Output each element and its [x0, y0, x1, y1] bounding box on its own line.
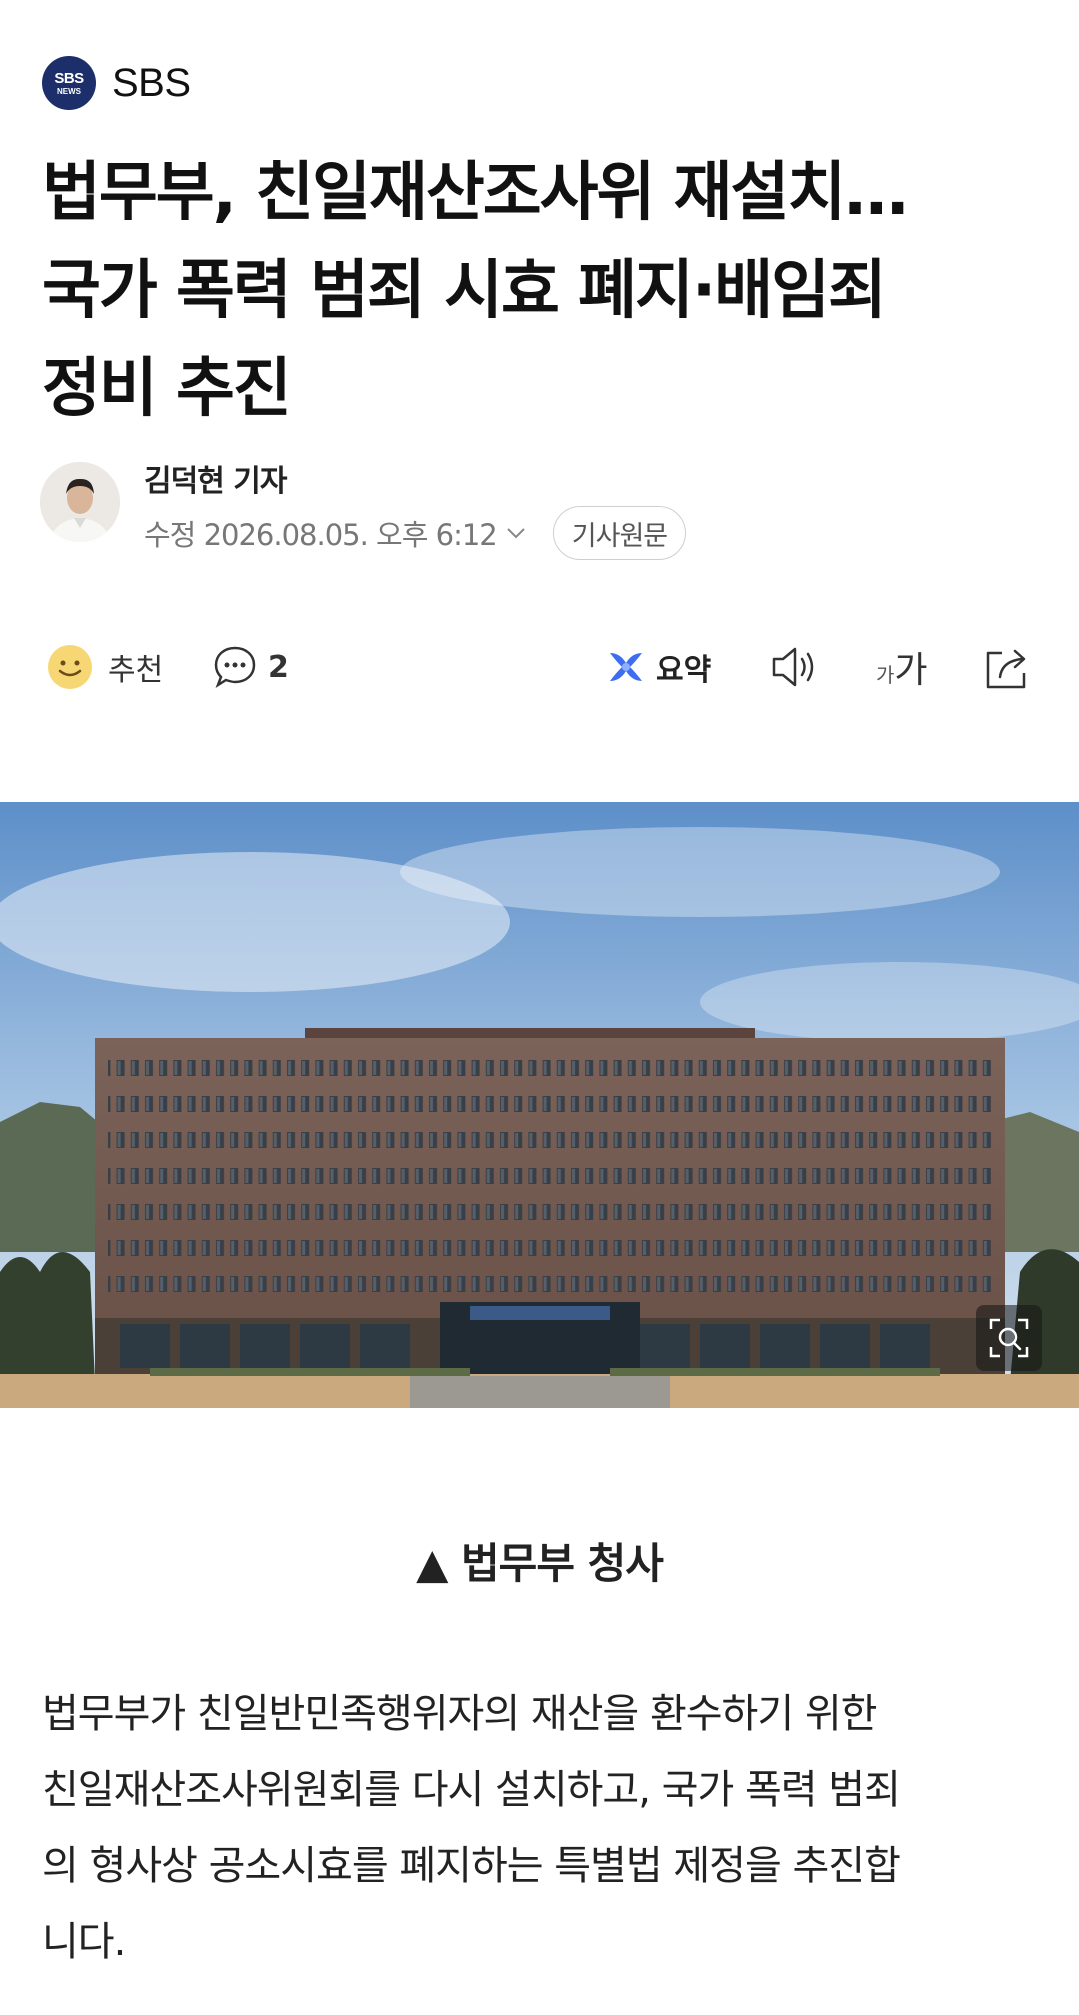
chevron-down-icon[interactable] — [505, 522, 527, 544]
font-size-button[interactable]: 가 가 — [876, 640, 928, 694]
article-headline: 법무부, 친일재산조사위 재설치… 국가 폭력 범죄 시효 폐지·배임죄 정비 … — [42, 144, 1032, 438]
headline-line: 국가 폭력 범죄 시효 폐지·배임죄 — [42, 254, 887, 328]
summary-label: 요약 — [656, 653, 712, 688]
press-logo-text: SBS — [54, 69, 84, 87]
font-size-icon: 가 가 — [876, 641, 928, 693]
comment-icon — [214, 646, 256, 689]
comment-count: 2 — [268, 649, 289, 685]
speaker-icon — [772, 647, 814, 687]
reporter-avatar[interactable] — [40, 462, 120, 542]
reporter-name[interactable]: 김덕현 기자 — [144, 456, 287, 500]
original-article-button[interactable]: 기사원문 — [552, 506, 687, 560]
recommend-button[interactable]: 추천 — [46, 640, 163, 694]
headline-line: 정비 추진 — [42, 352, 292, 426]
recommend-label: 추천 — [108, 653, 164, 688]
press-logo[interactable]: SBS NEWS — [42, 56, 96, 110]
photo-caption: ▲ 법무부 청사 — [416, 1539, 664, 1588]
body-line: 니다. — [42, 1919, 126, 1965]
press-logo-subtext: NEWS — [57, 86, 81, 96]
smile-emoji-icon — [48, 645, 92, 689]
font-size-large: 가 — [894, 650, 928, 691]
article-body: 법무부가 친일반민족행위자의 재산을 환수하기 위한 친일재산조사위원회를 다시… — [42, 1676, 1042, 1980]
listen-button[interactable] — [770, 640, 822, 694]
article-meta: 수정 2026.08.05. 오후 6:12 기사원문 — [144, 506, 687, 560]
article-toolbar: 추천 2 요약 가 가 — [0, 640, 1079, 694]
press-name[interactable]: SBS — [112, 61, 191, 106]
zoom-icon — [989, 1318, 1029, 1358]
body-line: 친일재산조사위원회를 다시 설치하고, 국가 폭력 범죄 — [42, 1767, 901, 1813]
original-article-label: 기사원문 — [571, 520, 668, 552]
share-button[interactable] — [982, 640, 1034, 694]
article-photo[interactable] — [0, 802, 1079, 1408]
summary-button[interactable]: 요약 — [606, 640, 711, 694]
photo-zoom-button[interactable] — [976, 1305, 1042, 1371]
modified-date: 수정 2026.08.05. 오후 6:12 — [144, 518, 498, 552]
font-size-small: 가 — [876, 663, 895, 687]
headline-line: 법무부, 친일재산조사위 재설치… — [42, 156, 908, 230]
ai-summary-icon — [610, 653, 642, 681]
press-header[interactable]: SBS NEWS SBS — [42, 56, 191, 110]
body-line: 의 형사상 공소시효를 폐지하는 특별법 제정을 추진합 — [42, 1843, 901, 1889]
share-icon — [986, 649, 1026, 689]
comment-button[interactable]: 2 — [212, 640, 289, 694]
body-line: 법무부가 친일반민족행위자의 재산을 환수하기 위한 — [42, 1691, 877, 1737]
